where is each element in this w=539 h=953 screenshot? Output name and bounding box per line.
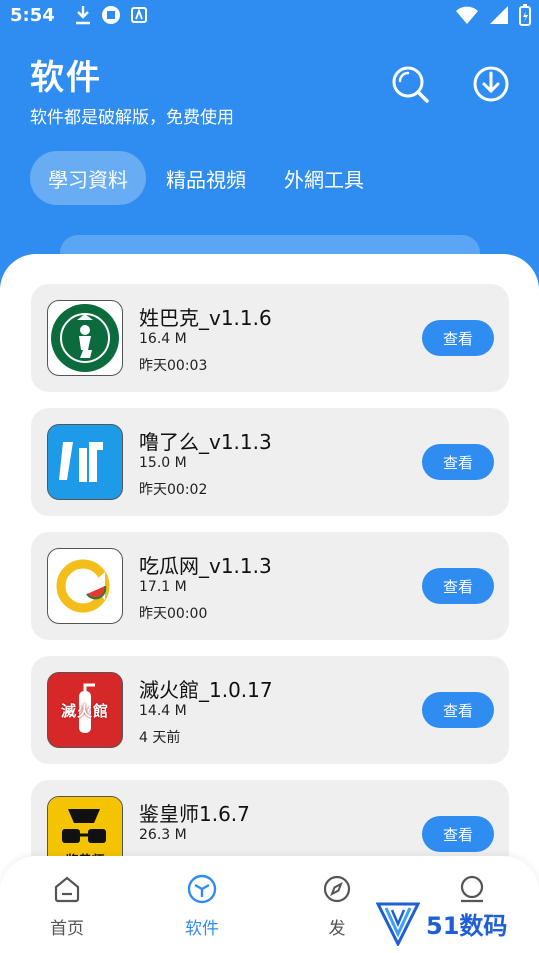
tab-study-materials[interactable]: 學习資料: [30, 151, 146, 205]
view-button[interactable]: 查看: [422, 444, 494, 480]
search-button[interactable]: [390, 64, 430, 104]
wifi-icon: [455, 5, 479, 30]
app-name: 姓巴克_v1.1.6: [139, 306, 272, 330]
shield-icon: [376, 902, 420, 946]
page-title: 软件: [30, 58, 102, 98]
view-button[interactable]: 查看: [422, 816, 494, 852]
watermark: 51数码: [376, 900, 507, 946]
app-size: 14.4 M: [139, 703, 187, 719]
download-icon: [473, 66, 509, 102]
watermark-text: 51数码: [426, 911, 508, 940]
app-updated-time: 昨天00:00: [139, 606, 208, 622]
tab-premium-videos[interactable]: 精品視頻: [148, 151, 264, 205]
app-card: 噜了么_v1.1.3 15.0 M 昨天00:02 查看: [31, 408, 509, 516]
view-button[interactable]: 查看: [422, 568, 494, 604]
watermelon-icon: [47, 548, 123, 624]
app-updated-time: 4 天前: [139, 730, 181, 746]
app-size: 15.0 M: [139, 455, 187, 471]
page-header: 软件 软件都是破解版，免费使用: [30, 50, 234, 128]
tab-external-tools[interactable]: 外網工具: [266, 151, 382, 205]
status-bar: 5:54: [0, 0, 539, 30]
app-size: 16.4 M: [139, 331, 187, 347]
lu-le-me-icon: [47, 424, 123, 500]
app-updated-time: 昨天00:02: [139, 482, 208, 498]
app-name: 鉴皇师1.6.7: [139, 802, 250, 826]
battery-icon: [519, 4, 531, 31]
status-time: 5:54: [10, 4, 55, 26]
zhihu-status-icon: [101, 5, 121, 25]
fire-extinguisher-icon: 滅火館: [47, 672, 123, 748]
app-updated-time: 昨天00:03: [139, 358, 208, 374]
view-button[interactable]: 查看: [422, 692, 494, 728]
icon-text-miehuoguan: 滅火館: [60, 701, 109, 720]
search-icon: [392, 66, 429, 103]
page-subtitle: 软件都是破解版，免费使用: [30, 108, 234, 128]
download-status-icon: [73, 5, 93, 25]
starbucks-parody-icon: [47, 300, 123, 376]
nav-discover[interactable]: 发: [292, 874, 382, 939]
app-name: 吃瓜网_v1.1.3: [139, 554, 272, 578]
app-size: 26.3 M: [139, 827, 187, 843]
app-name: 噜了么_v1.1.3: [139, 430, 272, 454]
app-size: 17.1 M: [139, 579, 187, 595]
app-status-icon: [129, 5, 149, 25]
view-button[interactable]: 查看: [422, 320, 494, 356]
download-button[interactable]: [471, 64, 511, 104]
app-card: 姓巴克_v1.1.6 16.4 M 昨天00:03 查看: [31, 284, 509, 392]
app-card: 滅火館 滅火館_1.0.17 14.4 M 4 天前 查看: [31, 656, 509, 764]
cube-icon: [187, 874, 217, 904]
nav-home-label: 首页: [50, 919, 84, 939]
app-name: 滅火館_1.0.17: [139, 678, 273, 702]
nav-home[interactable]: 首页: [22, 874, 112, 939]
signal-icon: [489, 5, 509, 30]
home-icon: [54, 876, 80, 903]
category-tabs: 學习資料 精品視頻 外網工具: [30, 151, 384, 205]
nav-software-label: 软件: [185, 919, 219, 939]
app-card: 吃瓜网_v1.1.3 17.1 M 昨天00:00 查看: [31, 532, 509, 640]
nav-discover-label: 发: [328, 919, 346, 939]
compass-icon: [323, 875, 351, 903]
nav-software[interactable]: 软件: [157, 874, 247, 939]
app-list: 姓巴克_v1.1.6 16.4 M 昨天00:03 查看 噜了么_v1.1.3 …: [31, 284, 509, 904]
